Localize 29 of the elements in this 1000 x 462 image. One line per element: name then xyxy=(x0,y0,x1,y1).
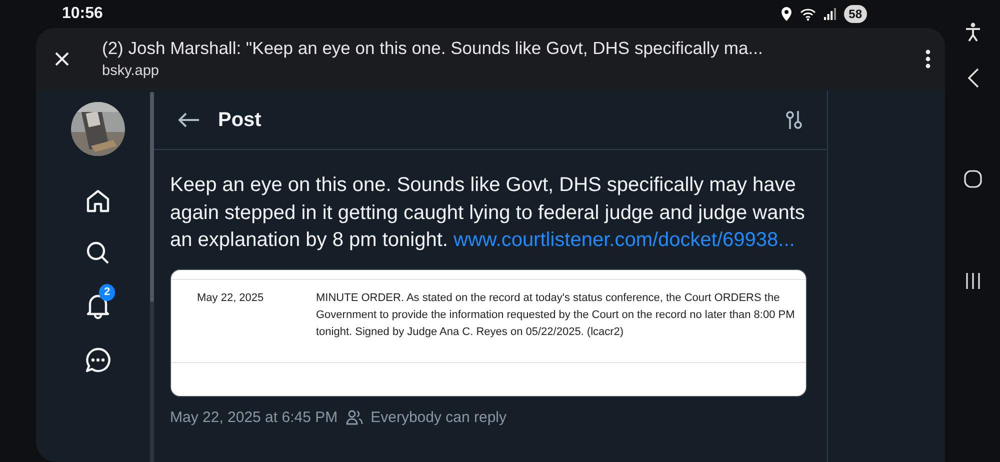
people-icon xyxy=(346,410,363,426)
signal-icon xyxy=(824,8,836,20)
page-heading: Post xyxy=(218,108,262,132)
sliders-icon[interactable] xyxy=(785,110,803,130)
post-timestamp: May 22, 2025 at 6:45 PM xyxy=(170,408,338,428)
docket-entry-text: MINUTE ORDER. As stated on the record at today's status conference, the Court ORDERS the Government to provide the information requested by the Court on the record no later than 8:00 PM tonight. Signed by Judge Ana C. Reyes on 05/22/2025. (lcacr2) xyxy=(316,290,796,340)
scrollbar-thumb[interactable] xyxy=(150,92,154,302)
chat-icon[interactable] xyxy=(84,346,112,374)
notification-count: 2 xyxy=(99,284,116,301)
recent-apps-icon[interactable] xyxy=(964,272,980,290)
location-icon xyxy=(780,7,792,21)
docket-link[interactable]: www.courtlistener.com/docket/69938... xyxy=(454,229,795,251)
page-url: bsky.app xyxy=(102,62,160,82)
home-icon[interactable] xyxy=(85,188,111,214)
battery-level: 58 xyxy=(844,5,867,23)
close-icon[interactable] xyxy=(54,51,70,67)
reply-setting[interactable]: Everybody can reply xyxy=(370,406,507,429)
home-button-icon[interactable] xyxy=(964,170,982,188)
more-options-icon[interactable] xyxy=(925,49,931,69)
docket-date: May 22, 2025 xyxy=(197,290,265,306)
clock-time: 10:56 xyxy=(62,4,103,24)
back-arrow-icon[interactable] xyxy=(178,112,200,128)
link-preview-card[interactable] xyxy=(170,268,807,396)
post-text: Keep an eye on this one. Sounds like Govt, DHS specifically may have again stepped in it getting caught lying to federal judge and judge wants an explanation by 8 pm tonight. www.courtlistener.com/docket/69938... xyxy=(169,173,806,253)
search-icon[interactable] xyxy=(85,240,111,266)
accessibility-icon[interactable] xyxy=(964,22,980,42)
back-icon[interactable] xyxy=(966,68,978,88)
wifi-icon xyxy=(800,8,816,20)
page-title: (2) Josh Marshall: "Keep an eye on this one. Sounds like Govt, DHS specifically ma... xyxy=(102,37,764,60)
